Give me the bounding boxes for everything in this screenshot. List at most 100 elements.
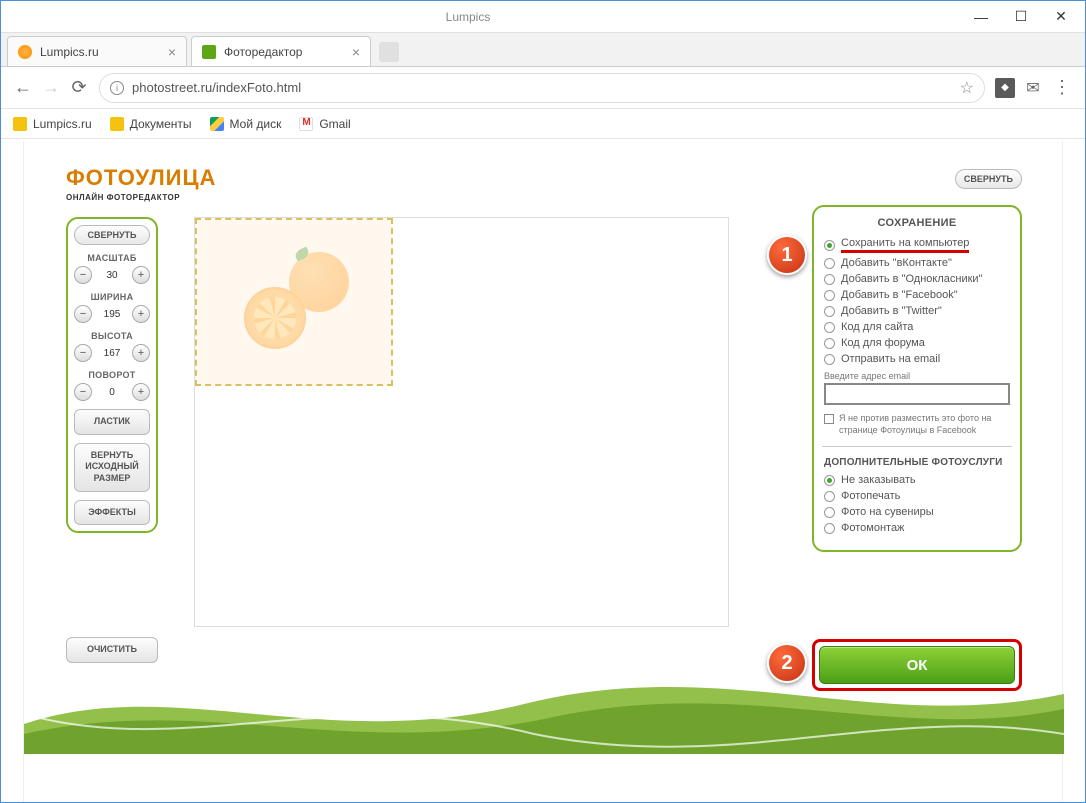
photo-montage[interactable]: Фотомонтаж (824, 522, 1010, 534)
logo-main: ФОТОУЛИЦА (66, 165, 216, 191)
add-odnoklassniki[interactable]: Добавить в "Однокласники" (824, 273, 1010, 285)
title-bar: Lumpics — ☐ ✕ (1, 1, 1085, 33)
email-input[interactable] (824, 383, 1010, 405)
clear-button[interactable]: ОЧИСТИТЬ (66, 637, 158, 663)
url-text: photostreet.ru/indexFoto.html (132, 80, 301, 95)
add-vkontakte[interactable]: Добавить "вКонтакте" (824, 257, 1010, 269)
page-content: ФОТОУЛИЦА ОНЛАЙН ФОТОРЕДАКТОР СВЕРНУТЬ С… (1, 141, 1085, 802)
save-to-computer[interactable]: Сохранить на компьютер (824, 237, 1010, 253)
divider (822, 446, 1012, 447)
add-facebook[interactable]: Добавить в "Facebook" (824, 289, 1010, 301)
folder-icon (13, 117, 27, 131)
scale-value: 30 (95, 267, 129, 283)
radio-icon (824, 322, 835, 333)
consent-checkbox[interactable]: Я не против разместить это фото на стран… (824, 413, 1010, 436)
url-input[interactable]: i photostreet.ru/indexFoto.html ☆ (99, 73, 985, 103)
radio-icon (824, 491, 835, 502)
collapse-right-button[interactable]: СВЕРНУТЬ (955, 169, 1022, 189)
add-twitter[interactable]: Добавить в "Twitter" (824, 305, 1010, 317)
photo-souvenirs[interactable]: Фото на сувениры (824, 506, 1010, 518)
close-window-button[interactable]: ✕ (1041, 3, 1081, 31)
collapse-left-button[interactable]: СВЕРНУТЬ (74, 225, 150, 245)
width-minus-button[interactable]: − (74, 305, 92, 323)
reset-size-button[interactable]: ВЕРНУТЬ ИСХОДНЫЙ РАЗМЕР (74, 443, 150, 492)
gmail-icon (299, 117, 313, 131)
site-info-icon[interactable]: i (110, 81, 124, 95)
step-badge-1: 1 (767, 235, 807, 275)
site-logo: ФОТОУЛИЦА ОНЛАЙН ФОТОРЕДАКТОР (66, 165, 216, 202)
save-options: Сохранить на компьютер Добавить "вКонтак… (824, 237, 1010, 365)
editor-canvas[interactable] (194, 217, 729, 627)
favicon-icon (18, 45, 32, 59)
radio-icon (824, 274, 835, 285)
scale-control: МАСШТАБ − 30 + (74, 253, 150, 284)
effects-button[interactable]: ЭФФЕКТЫ (74, 500, 150, 526)
height-label: ВЫСОТА (74, 331, 150, 341)
scale-minus-button[interactable]: − (74, 266, 92, 284)
selected-image[interactable] (195, 218, 393, 386)
rotate-plus-button[interactable]: + (132, 383, 150, 401)
scale-label: МАСШТАБ (74, 253, 150, 263)
bookmark-documents[interactable]: Документы (110, 117, 192, 131)
gdrive-icon (210, 117, 224, 131)
tab-title: Lumpics.ru (40, 45, 99, 59)
bookmark-lumpics[interactable]: Lumpics.ru (13, 117, 92, 131)
bookmark-mydisk[interactable]: Мой диск (210, 117, 282, 131)
tab-lumpics[interactable]: Lumpics.ru × (7, 36, 187, 66)
rotate-minus-button[interactable]: − (74, 383, 92, 401)
orange-image-icon (239, 247, 349, 357)
radio-icon (824, 290, 835, 301)
extension-icon[interactable]: ◆ (995, 78, 1015, 98)
reload-button[interactable]: ⟳ (65, 74, 93, 102)
maximize-button[interactable]: ☐ (1001, 3, 1041, 31)
tab-title: Фоторедактор (224, 45, 302, 59)
checkbox-icon (824, 414, 834, 424)
bookmark-star-icon[interactable]: ☆ (960, 78, 974, 98)
width-plus-button[interactable]: + (132, 305, 150, 323)
back-button[interactable]: ← (9, 74, 37, 102)
height-plus-button[interactable]: + (132, 344, 150, 362)
eraser-button[interactable]: ЛАСТИК (74, 409, 150, 435)
code-for-forum[interactable]: Код для форума (824, 337, 1010, 349)
address-bar: ← → ⟳ i photostreet.ru/indexFoto.html ☆ … (1, 67, 1085, 109)
app-label: Lumpics (446, 10, 521, 24)
height-value: 167 (95, 345, 129, 361)
radio-icon (824, 258, 835, 269)
rotate-label: ПОВОРОТ (74, 370, 150, 380)
radio-icon (824, 523, 835, 534)
radio-icon (824, 240, 835, 251)
radio-icon (824, 338, 835, 349)
close-icon[interactable]: × (342, 44, 360, 60)
extra-services-title: ДОПОЛНИТЕЛЬНЫЕ ФОТОУСЛУГИ (824, 457, 1010, 468)
code-for-site[interactable]: Код для сайта (824, 321, 1010, 333)
send-email[interactable]: Отправить на email (824, 353, 1010, 365)
radio-icon (824, 475, 835, 486)
browser-menu-button[interactable]: ⋮ (1047, 77, 1077, 98)
favicon-icon (202, 45, 216, 59)
bookmark-gmail[interactable]: Gmail (299, 117, 350, 131)
width-control: ШИРИНА − 195 + (74, 292, 150, 323)
radio-icon (824, 507, 835, 518)
tab-photoeditor[interactable]: Фоторедактор × (191, 36, 371, 66)
email-label: Введите адрес email (824, 371, 1010, 381)
extra-options: Не заказывать Фотопечать Фото на сувенир… (824, 474, 1010, 534)
bookmarks-bar: Lumpics.ru Документы Мой диск Gmail (1, 109, 1085, 139)
rotate-control: ПОВОРОТ − 0 + (74, 370, 150, 401)
photo-print[interactable]: Фотопечать (824, 490, 1010, 502)
logo-sub: ОНЛАЙН ФОТОРЕДАКТОР (66, 193, 216, 202)
ok-button-highlight: ОК (812, 639, 1022, 691)
close-icon[interactable]: × (158, 44, 176, 60)
tab-strip: Lumpics.ru × Фоторедактор × (1, 33, 1085, 67)
no-order[interactable]: Не заказывать (824, 474, 1010, 486)
width-value: 195 (95, 306, 129, 322)
new-tab-button[interactable] (379, 42, 399, 62)
radio-icon (824, 306, 835, 317)
scale-plus-button[interactable]: + (132, 266, 150, 284)
left-toolbar: СВЕРНУТЬ МАСШТАБ − 30 + ШИРИНА − 195 + (66, 217, 158, 533)
height-minus-button[interactable]: − (74, 344, 92, 362)
forward-button[interactable]: → (37, 74, 65, 102)
ok-button[interactable]: ОК (819, 646, 1015, 684)
minimize-button[interactable]: — (961, 3, 1001, 31)
rotate-value: 0 (95, 384, 129, 400)
mail-icon[interactable]: ✉ (1023, 78, 1043, 98)
